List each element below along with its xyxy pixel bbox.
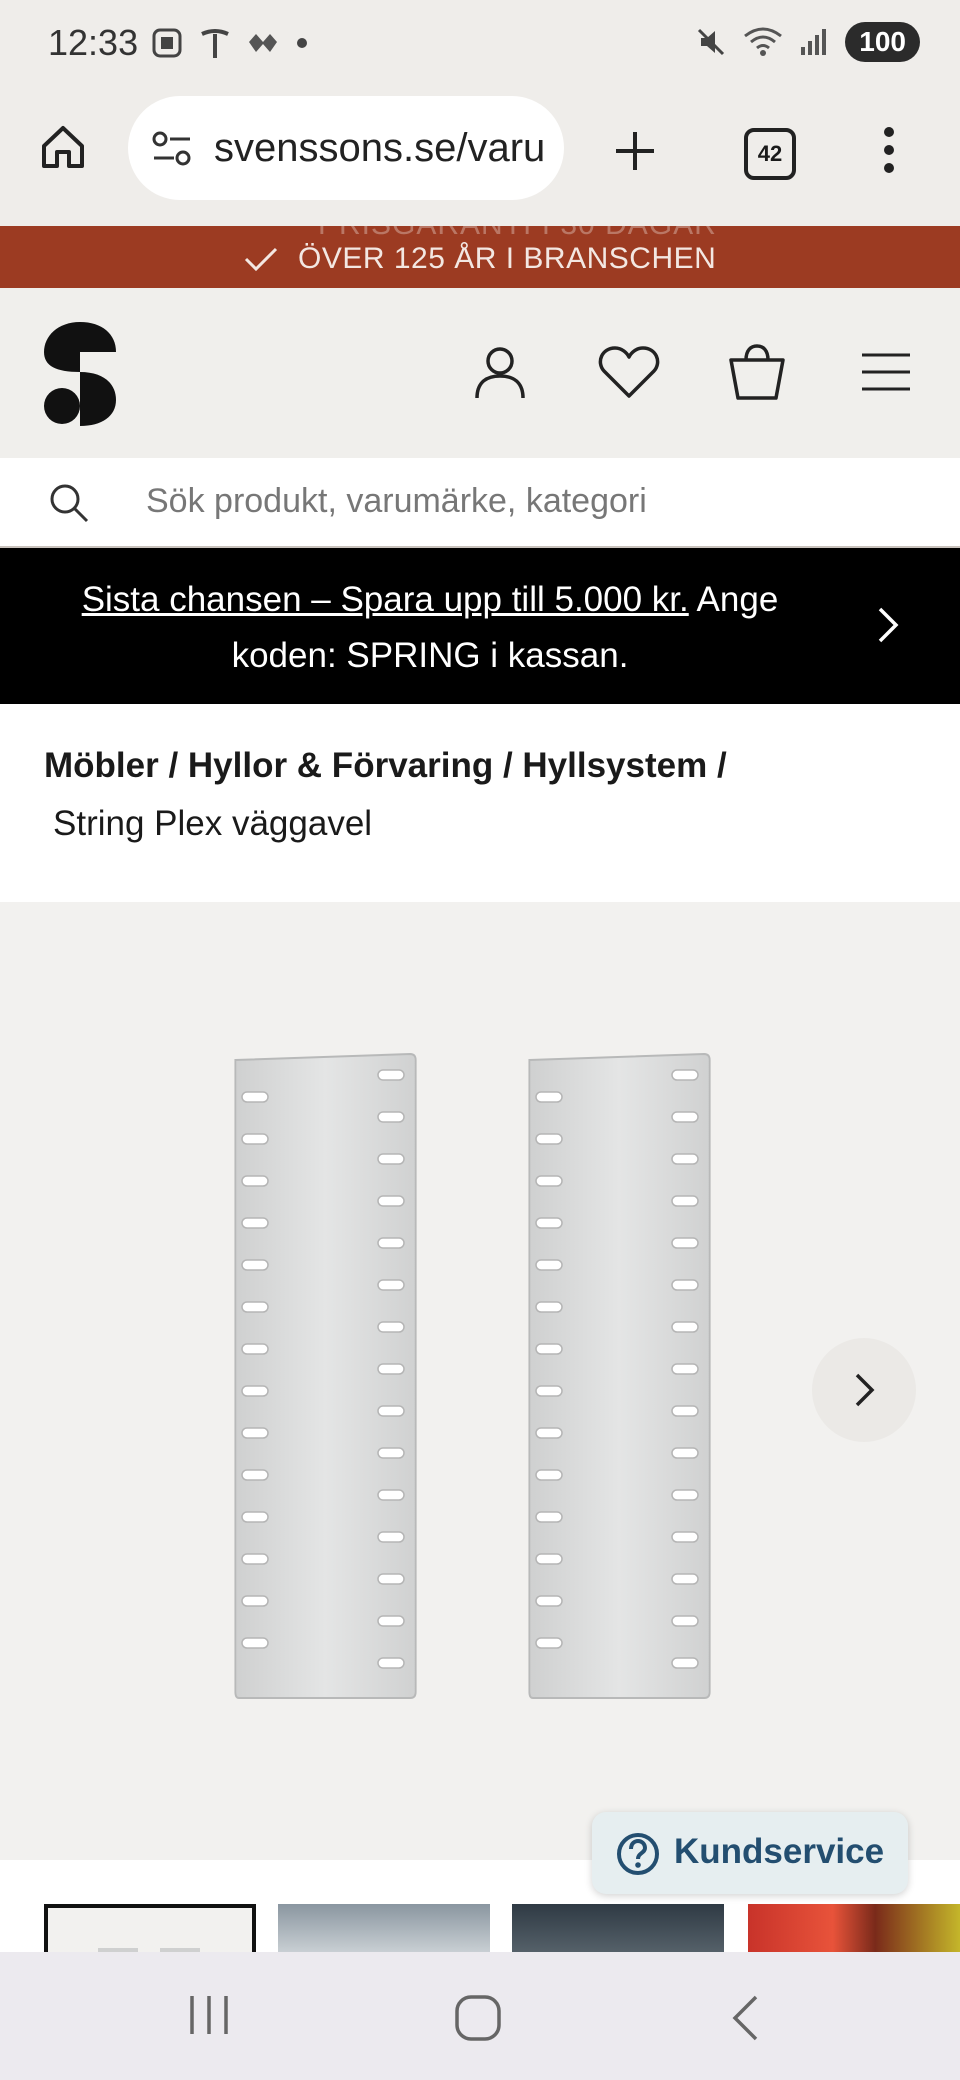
thumbnail-3[interactable] (512, 1904, 724, 1952)
campaign-link[interactable]: Sista chansen – Spara upp till 5.000 kr. (82, 580, 689, 619)
customer-service-label: Kundservice (674, 1832, 885, 1871)
gallery-next-button[interactable] (812, 1338, 916, 1442)
svenssons-logo[interactable] (40, 318, 120, 428)
recent-apps-icon[interactable] (186, 1994, 232, 2036)
site-settings-icon[interactable] (150, 130, 194, 168)
search-input[interactable]: Sök produkt, varumärke, kategori (146, 482, 647, 521)
breadcrumb-path[interactable]: Möbler / Hyllor & Förvaring / Hyllsystem… (44, 746, 924, 786)
status-time: 12:33 (48, 22, 139, 63)
mute-icon (698, 28, 725, 56)
thumbnail-1[interactable] (44, 1904, 256, 1952)
dot-icon (297, 38, 307, 48)
customer-service-button[interactable]: Kundservice (592, 1812, 908, 1894)
product-image-gallery[interactable] (0, 902, 960, 1862)
menu-icon[interactable] (860, 352, 912, 392)
system-navigation-bar (0, 1952, 960, 2080)
usp-strip: PRISGARANTI I 30 DAGAR ÖVER 125 ÅR I BRA… (0, 226, 960, 288)
search-icon[interactable] (48, 482, 90, 524)
home-button-icon[interactable] (454, 1994, 502, 2042)
wifi-icon (744, 27, 783, 56)
product-image-panel-left (234, 1052, 417, 1699)
site-header (0, 288, 960, 458)
status-bar: 12:33 100 (0, 0, 960, 92)
wishlist-icon[interactable] (598, 344, 660, 400)
search-bar[interactable]: Sök produkt, varumärke, kategori (0, 458, 960, 548)
breadcrumb: Möbler / Hyllor & Förvaring / Hyllsystem… (44, 746, 924, 844)
browser-toolbar: svenssons.se/varu 42 (0, 92, 960, 226)
usp-text: ÖVER 125 ÅR I BRANSCHEN (298, 242, 717, 275)
account-icon[interactable] (472, 344, 528, 400)
battery-indicator: 100 (845, 22, 920, 62)
campaign-text: Sista chansen – Spara upp till 5.000 kr.… (40, 572, 820, 684)
cart-icon[interactable] (728, 344, 786, 400)
usp-text-scrolling: PRISGARANTI I 30 DAGAR (318, 226, 717, 242)
thumbnail-2[interactable] (278, 1904, 490, 1952)
product-image-panel-right (528, 1052, 711, 1699)
signal-icon (801, 29, 827, 55)
help-icon (617, 1833, 659, 1875)
chevron-right-icon[interactable] (876, 606, 900, 644)
thumbnail-4[interactable] (748, 1904, 960, 1952)
more-options-icon[interactable] (882, 126, 896, 174)
campaign-banner[interactable]: Sista chansen – Spara upp till 5.000 kr.… (0, 548, 960, 704)
address-bar[interactable]: svenssons.se/varu (128, 96, 564, 200)
status-left-icons (150, 26, 310, 60)
home-icon[interactable] (38, 122, 88, 172)
app-icon (249, 34, 277, 52)
screenshot-icon (152, 28, 182, 58)
url-text[interactable]: svenssons.se/varu (214, 126, 545, 171)
status-right-icons: 100 (695, 22, 920, 62)
tesla-icon (201, 29, 229, 58)
back-icon[interactable] (730, 1994, 760, 2042)
checkmark-icon (244, 247, 278, 272)
usp-item: ÖVER 125 ÅR I BRANSCHEN (244, 242, 716, 276)
tab-switcher-button[interactable]: 42 (744, 128, 796, 180)
chevron-right-icon (855, 1373, 875, 1407)
new-tab-icon[interactable] (612, 128, 658, 174)
breadcrumb-current: String Plex väggavel (53, 804, 373, 843)
